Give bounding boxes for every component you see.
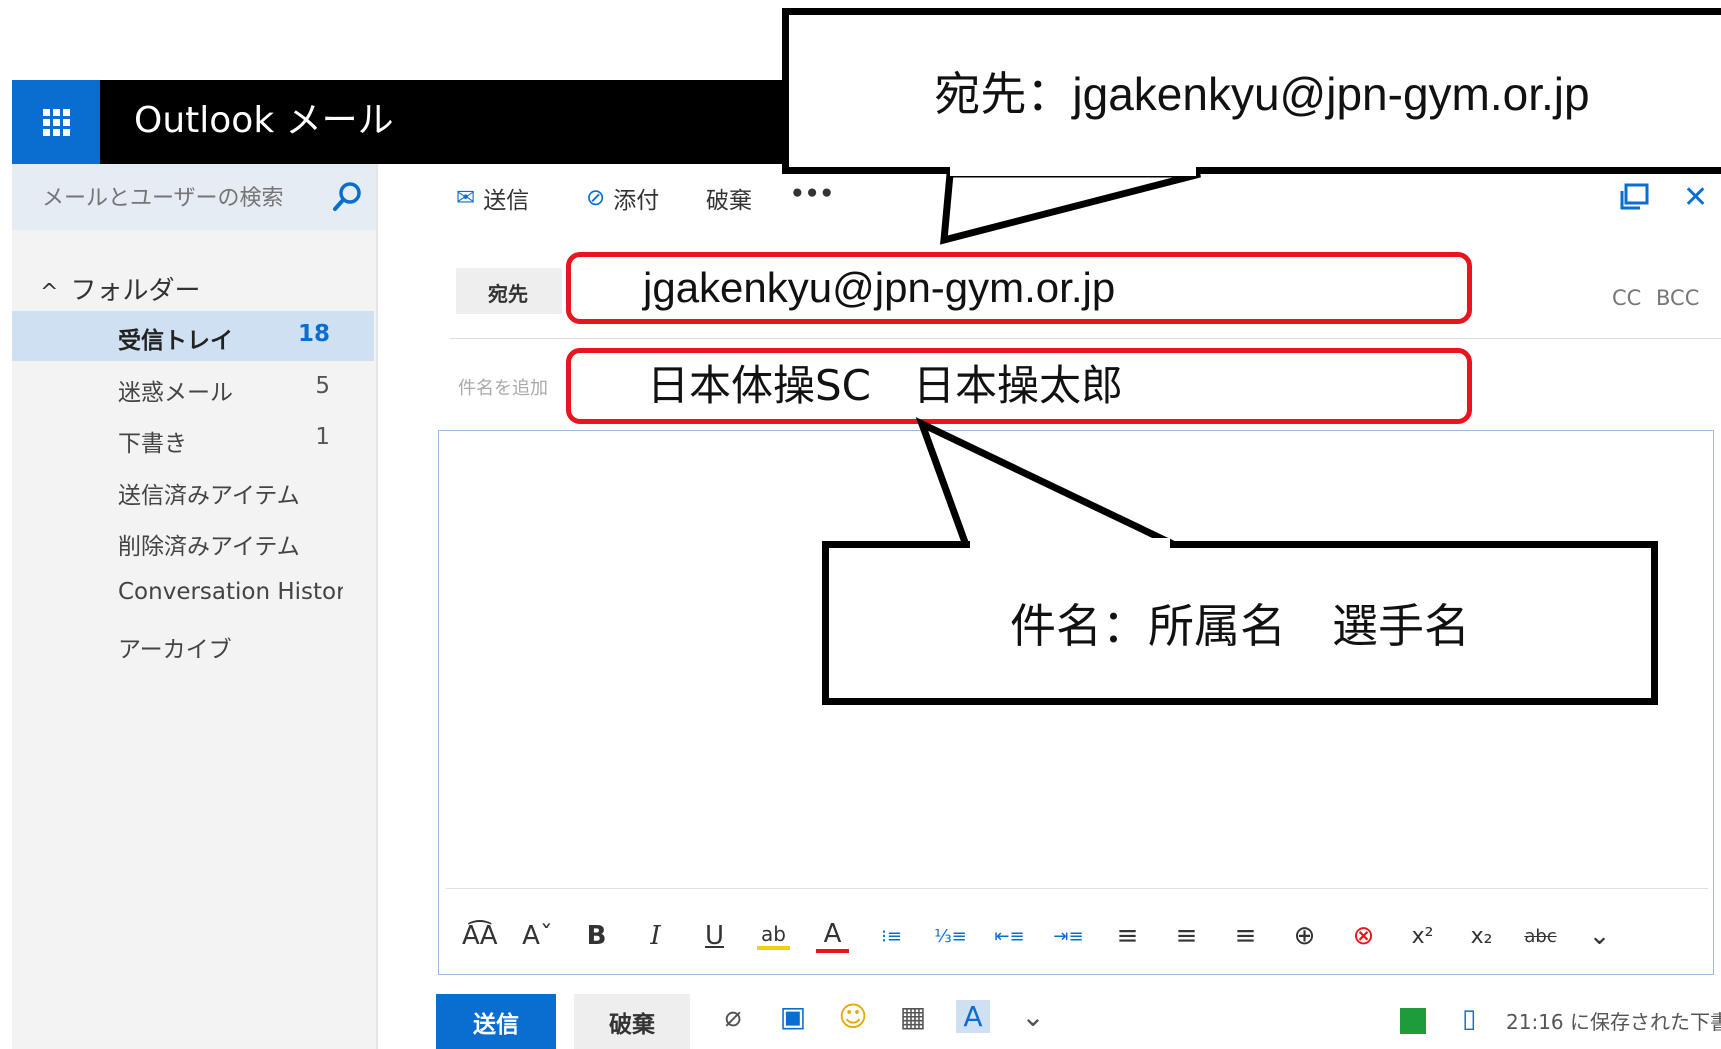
callout-subject-text: 件名：所属名 選手名 <box>1010 599 1470 653</box>
callout-to-text: 宛先：jgakenkyu@jpn-gym.or.jp <box>934 68 1590 120</box>
saved-status: 21:16 に保存された下書き <box>1506 1010 1721 1034</box>
paperclip-icon[interactable]: ⌀ <box>716 1000 750 1033</box>
align-left-icon[interactable]: ≡ <box>1111 921 1144 951</box>
bullets-icon[interactable]: ⁝≡ <box>875 926 908 947</box>
draft-document-icon: ▯ <box>1462 1004 1477 1034</box>
bold-icon[interactable]: B <box>580 921 613 951</box>
superscript-icon[interactable]: x² <box>1406 924 1439 949</box>
callout-joint <box>970 538 1170 550</box>
discard-toolbar-label: 破棄 <box>706 188 752 214</box>
bottom-toolbar: ⌀ ▣ ☺ ▦ A ⌄ <box>716 1000 1050 1033</box>
divider <box>450 338 1721 339</box>
folders-header[interactable]: ^ フォルダー <box>40 270 200 307</box>
folder-item-junk[interactable]: 迷惑メール 5 <box>12 363 374 413</box>
more-options-button[interactable]: ••• <box>790 181 834 207</box>
folder-item-inbox[interactable]: 受信トレイ 18 <box>12 311 374 361</box>
send-toolbar-label: 送信 <box>483 188 530 214</box>
remove-link-icon[interactable]: ⊗ <box>1347 921 1380 951</box>
cc-bcc-links[interactable]: CC BCC <box>1612 286 1699 310</box>
folder-count: 1 <box>315 424 330 450</box>
insert-link-icon[interactable]: ⊕ <box>1288 921 1321 951</box>
folder-count: 5 <box>315 373 330 399</box>
underline-icon[interactable]: U <box>698 921 731 951</box>
chevron-down-icon[interactable]: ⌄ <box>1583 921 1616 951</box>
to-field[interactable]: jgakenkyu@jpn-gym.or.jp <box>566 252 1472 324</box>
folder-label: 送信済みアイテム <box>118 483 300 509</box>
app-title: Outlook メール <box>134 100 394 141</box>
folders-header-label: フォルダー <box>70 276 201 306</box>
italic-icon[interactable]: I <box>639 921 672 951</box>
formatting-toolbar: A͡A Aˇ B I U ab A ⁝≡ ⅓≡ ⇤≡ ⇥≡ ≡ ≡ ≡ ⊕ ⊗ … <box>462 914 1616 958</box>
search-icon[interactable] <box>330 180 364 214</box>
attach-label: 添付 <box>613 188 660 214</box>
image-icon[interactable]: ▣ <box>776 1000 810 1033</box>
folder-item-sent[interactable]: 送信済みアイテム <box>12 466 374 516</box>
indent-icon[interactable]: ⇥≡ <box>1052 926 1085 947</box>
paperclip-icon: ⊘ <box>586 185 606 211</box>
outdent-icon[interactable]: ⇤≡ <box>993 926 1026 947</box>
callout-subject: 件名：所属名 選手名 <box>822 541 1658 705</box>
folder-label: 迷惑メール <box>118 380 233 406</box>
send-icon: ✉ <box>456 185 476 211</box>
spellcheck-icon[interactable]: A <box>956 1000 990 1033</box>
discard-button[interactable]: 破棄 <box>574 994 690 1049</box>
folder-item-drafts[interactable]: 下書き 1 <box>12 414 374 464</box>
popout-icon[interactable] <box>1618 182 1650 212</box>
chevron-up-icon: ^ <box>40 280 59 305</box>
subscript-icon[interactable]: x₂ <box>1465 924 1498 949</box>
search-input[interactable] <box>40 180 344 216</box>
folder-label: Conversation History <box>118 579 343 605</box>
chevron-down-icon[interactable]: ⌄ <box>1016 1000 1050 1033</box>
folder-count: 18 <box>297 321 330 347</box>
highlight-icon[interactable]: ab <box>757 922 790 950</box>
folder-item-archive[interactable]: アーカイブ <box>12 620 374 670</box>
folder-label: 下書き <box>118 431 187 457</box>
app-launcher-button[interactable] <box>12 80 100 164</box>
strikethrough-icon[interactable]: abc <box>1524 926 1557 947</box>
waffle-icon <box>42 108 70 136</box>
emoji-icon[interactable]: ☺ <box>836 1000 870 1033</box>
numbering-icon[interactable]: ⅓≡ <box>934 926 967 947</box>
folder-label: 削除済みアイテム <box>118 534 300 560</box>
grow-font-icon[interactable]: Aˇ <box>521 921 554 951</box>
subject-placeholder: 件名を追加 <box>458 378 548 399</box>
status-indicator <box>1400 1008 1426 1034</box>
attach-button[interactable]: ⊘ 添付 <box>586 181 659 215</box>
font-size-icon[interactable]: A͡A <box>462 921 498 951</box>
divider <box>446 888 1708 889</box>
font-color-icon[interactable]: A <box>816 919 849 953</box>
align-center-icon[interactable]: ≡ <box>1170 921 1203 951</box>
send-button[interactable]: 送信 <box>436 994 556 1049</box>
subject-field[interactable]: 日本体操SC 日本操太郎 <box>566 348 1472 424</box>
folder-label: アーカイブ <box>118 637 232 663</box>
send-toolbar-button[interactable]: ✉ 送信 <box>456 181 529 215</box>
callout-to: 宛先：jgakenkyu@jpn-gym.or.jp <box>782 8 1721 174</box>
align-right-icon[interactable]: ≡ <box>1229 921 1262 951</box>
close-icon[interactable]: ✕ <box>1683 180 1708 215</box>
folder-item-deleted[interactable]: 削除済みアイテム <box>12 517 374 567</box>
to-label: 宛先 <box>488 282 528 306</box>
calendar-icon[interactable]: ▦ <box>896 1000 930 1033</box>
more-icon: ••• <box>790 181 835 207</box>
discard-toolbar-button[interactable]: 破棄 <box>706 181 752 215</box>
callout-joint <box>950 164 1196 176</box>
folder-item-conversation-history[interactable]: Conversation History <box>12 569 374 619</box>
